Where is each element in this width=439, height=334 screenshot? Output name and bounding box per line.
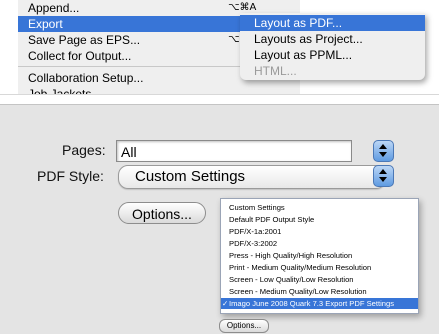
dropdown-option-label: PDF/X-3:2002 [229,239,278,248]
dropdown-option[interactable]: Default PDF Output Style [221,214,418,225]
dropdown-option[interactable]: PDF/X-3:2002 [221,238,418,249]
pages-input[interactable]: All [116,140,352,162]
dropdown-option[interactable]: Press - High Quality/High Resolution [221,250,418,261]
checkmark-icon: ✓ [222,299,229,308]
submenu-item-layout-as-pdf[interactable]: Layout as PDF... [240,15,425,31]
dropdown-option-label: PDF/X-1a:2001 [229,227,282,236]
dropdown-option-label: Default PDF Output Style [229,215,315,224]
dropdown-option[interactable]: Screen - Medium Quality/Low Resolution [221,286,418,297]
submenu-item-label: Layout as PDF... [254,16,343,30]
pages-stepper-icon[interactable] [373,140,394,162]
dropdown-option-selected[interactable]: ✓ Imago June 2008 Quark 7.3 Export PDF S… [221,298,418,309]
pdf-style-label: PDF Style: [37,168,104,184]
dropdown-option-label: Print - Medium Quality/Medium Resolution [229,263,372,272]
dropdown-option[interactable]: PDF/X-1a:2001 [221,226,418,237]
dropdown-option-label: Custom Settings [229,203,285,212]
options-button[interactable]: Options... [118,202,206,224]
dropdown-option-label: Screen - Low Quality/Low Resolution [229,275,354,284]
submenu-item-layout-as-ppml[interactable]: Layout as PPML... [240,47,425,63]
submenu-item-label: HTML... [254,64,297,78]
pdf-style-select[interactable]: Custom Settings [118,165,386,189]
menu-item-label: Collect for Output... [28,49,132,63]
options-button-mini[interactable]: Options... [219,319,269,333]
dropdown-option-label: Press - High Quality/High Resolution [229,251,353,260]
submenu-item-html: HTML... [240,63,425,79]
menu-item-label: Export [28,17,63,31]
pages-label: Pages: [62,142,106,158]
dropdown-option[interactable]: Custom Settings [221,202,418,213]
export-submenu: Layout as PDF... Layouts as Project... L… [240,13,425,80]
pdf-style-dropdown-list: Custom Settings Default PDF Output Style… [220,198,419,314]
dropdown-option-label: Screen - Medium Quality/Low Resolution [229,287,367,296]
submenu-item-layouts-as-project[interactable]: Layouts as Project... [240,31,425,47]
menu-item-label: Save Page as EPS... [28,33,141,47]
pdf-style-stepper-icon[interactable] [373,165,394,187]
menu-item-cut-off[interactable]: Job Jackets [28,87,91,94]
file-menu-panel: Append... ⌥⌘A Export ▶ Save Page as EPS.… [0,0,439,95]
menu-item-label: Collaboration Setup... [28,71,144,85]
submenu-item-label: Layout as PPML... [254,48,353,62]
pdf-style-value: Custom Settings [135,168,246,185]
dropdown-option-label: Imago June 2008 Quark 7.3 Export PDF Set… [229,299,395,308]
menu-item-label: Append... [28,1,80,15]
dropdown-option[interactable]: Print - Medium Quality/Medium Resolution [221,262,418,273]
submenu-item-label: Layouts as Project... [254,32,363,46]
dropdown-option[interactable]: Screen - Low Quality/Low Resolution [221,274,418,285]
